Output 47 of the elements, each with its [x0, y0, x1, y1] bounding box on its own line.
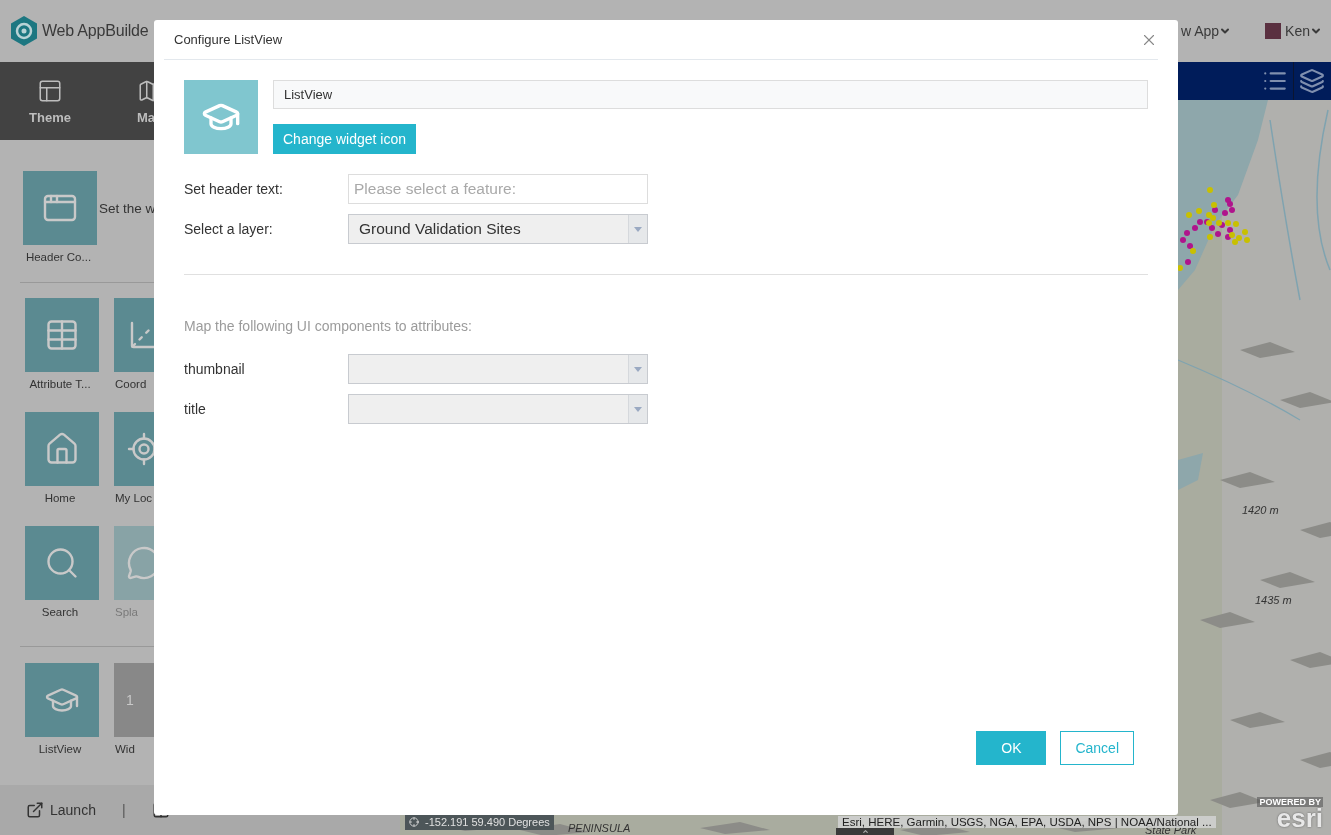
widget-tile[interactable]: [24, 526, 99, 600]
map-label: PENINSULA: [568, 822, 631, 834]
esri-logo: POWERED BY esri: [1257, 797, 1323, 829]
header-text-field[interactable]: Please select a feature:: [348, 174, 648, 204]
hexagon-logo-icon: [10, 15, 38, 47]
map-label: 1420 m: [1242, 504, 1279, 516]
field-label: title: [184, 401, 207, 417]
nav-tab[interactable]: Ma: [137, 62, 197, 140]
dialog-title: Configure ListView: [174, 32, 283, 47]
attribute-select[interactable]: [348, 354, 648, 384]
app-title: Web AppBuilde: [42, 22, 149, 40]
caret-icon: [634, 366, 642, 372]
nav-tab[interactable]: Theme: [0, 62, 100, 140]
widget-label: Header Co...: [25, 251, 92, 263]
widget-label: ListView: [38, 743, 82, 755]
window-icon: [37, 77, 63, 104]
tile-number: 1: [126, 692, 134, 708]
widget-label: Wid: [114, 743, 135, 755]
mapping-heading: Map the following UI components to attributes:: [184, 318, 473, 334]
caret-icon: [634, 226, 642, 232]
crosshair-icon: [409, 817, 419, 827]
widget-label: Attribute T...: [29, 378, 91, 390]
widget-label: Spla: [114, 606, 139, 618]
caret-icon: [634, 406, 642, 412]
launch-button[interactable]: Launch: [26, 801, 96, 819]
collapse-handle[interactable]: [836, 828, 894, 835]
widget-tile[interactable]: [24, 663, 99, 737]
field-label: Select a layer:: [184, 221, 274, 237]
external-link-icon: [26, 801, 44, 819]
field-label: thumbnail: [184, 361, 246, 377]
widget-tile[interactable]: [23, 171, 97, 245]
attribute-select[interactable]: [348, 394, 648, 424]
user-menu[interactable]: Ken: [1285, 23, 1322, 39]
app-menu[interactable]: w App: [1180, 23, 1232, 39]
map-attribution: Esri, HERE, Garmin, USGS, NGA, EPA, USDA, NPS | NOAA/National ...: [838, 816, 1216, 828]
widget-label: My Loc: [114, 492, 153, 504]
widget-label: Home: [44, 492, 76, 504]
widget-name-field[interactable]: ListView: [273, 80, 1148, 109]
separator: |: [121, 802, 126, 818]
field-label: Set header text:: [184, 181, 284, 197]
widget-label: Coord: [114, 378, 147, 390]
widget-tile[interactable]: [24, 412, 99, 486]
avatar-photo: [1265, 23, 1282, 39]
widget-label: Search: [41, 606, 79, 618]
map-label: 1435 m: [1255, 594, 1292, 606]
widget-tile[interactable]: [24, 298, 99, 372]
layer-select[interactable]: Ground Validation Sites: [348, 214, 648, 244]
